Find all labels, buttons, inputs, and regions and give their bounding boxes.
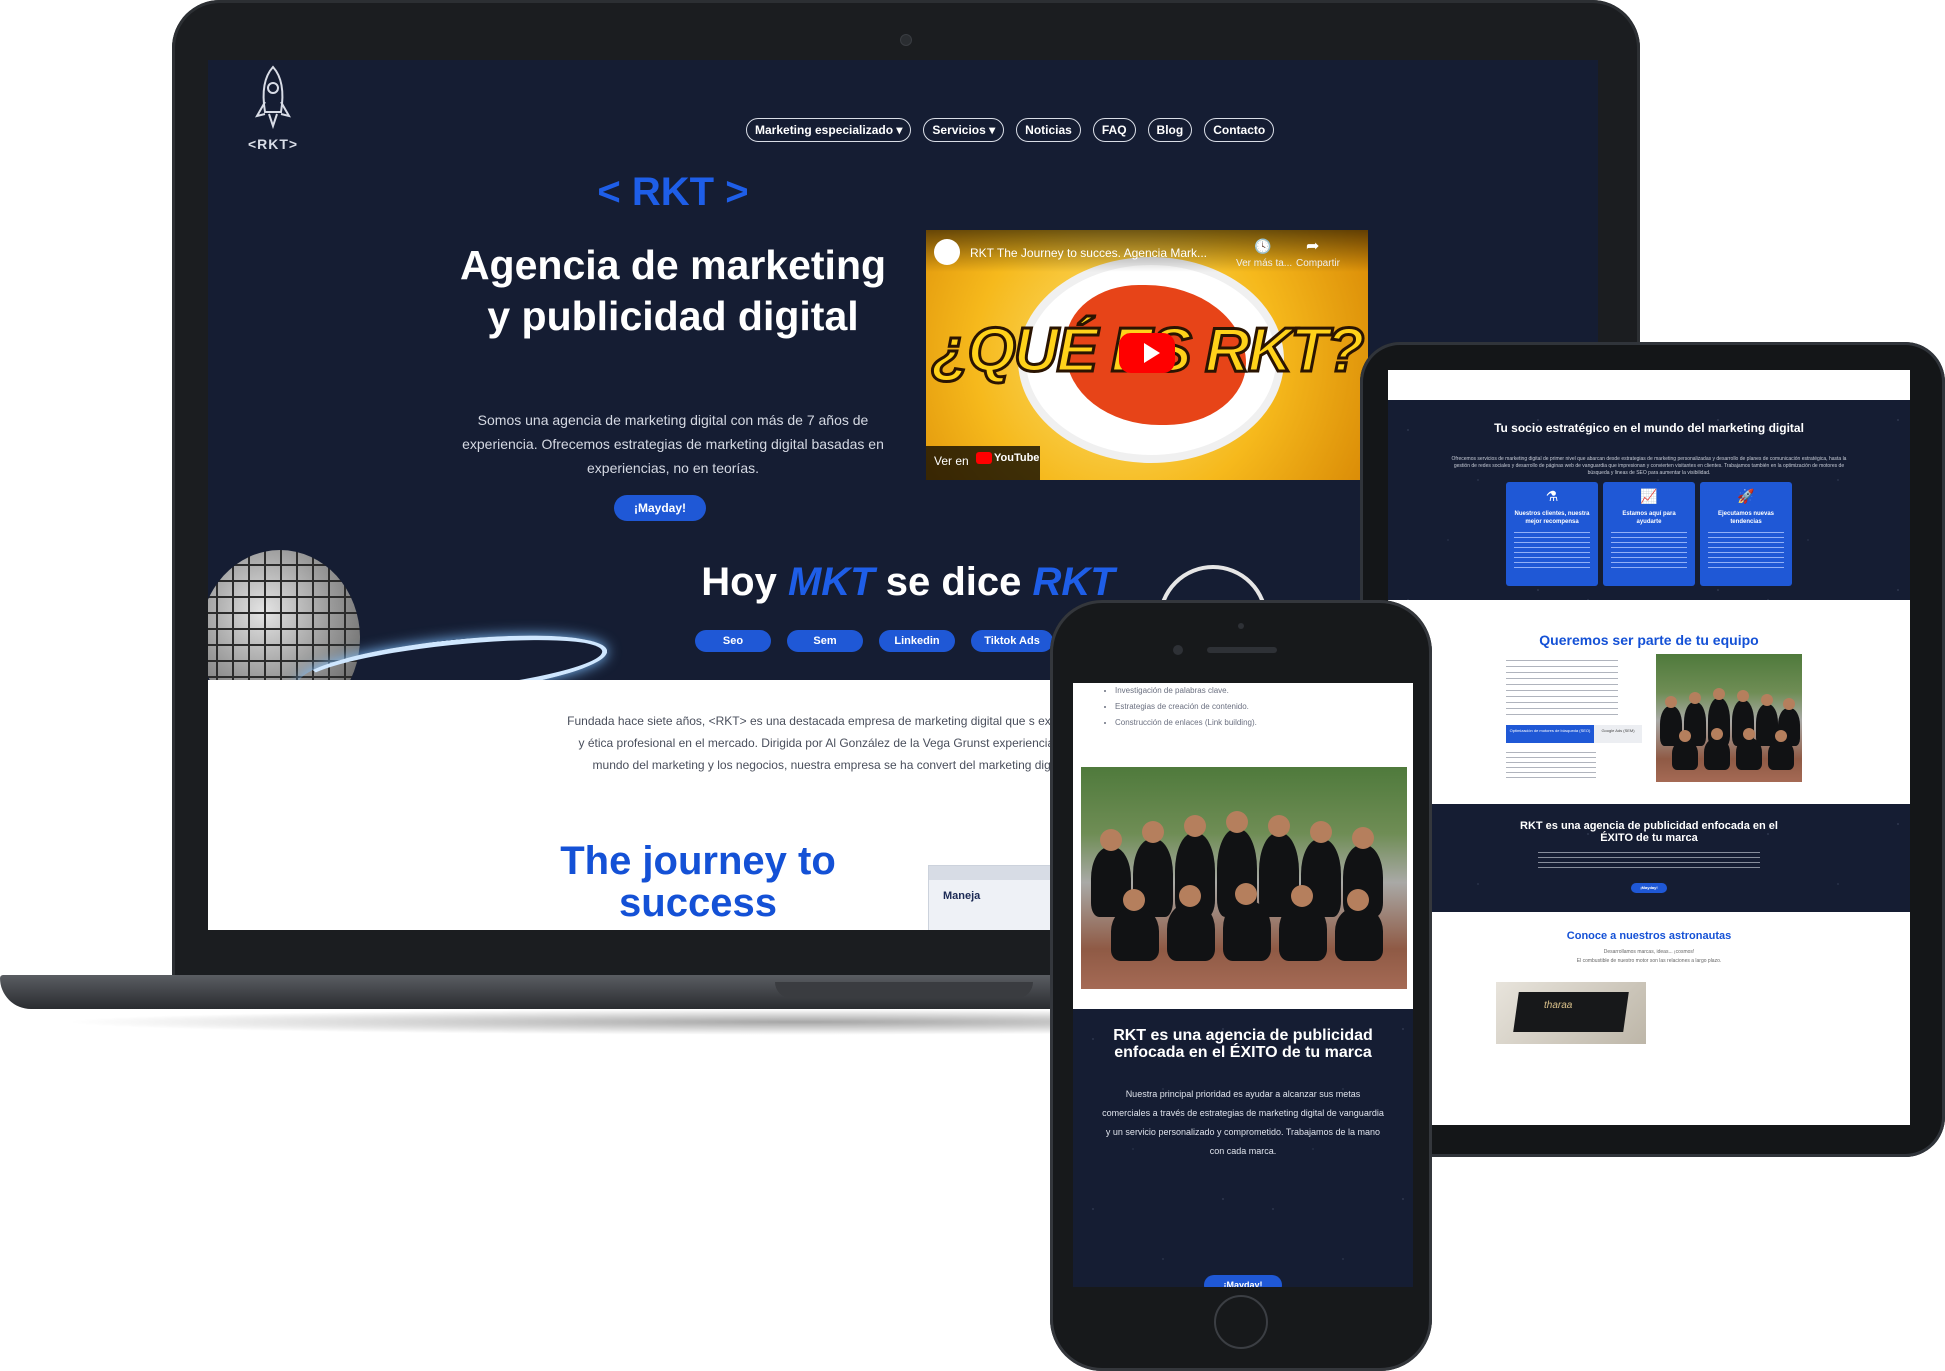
nav-noticias[interactable]: Noticias xyxy=(1016,118,1081,142)
phone-speaker xyxy=(1207,647,1277,653)
tag-tiktok-ads[interactable]: Tiktok Ads xyxy=(971,630,1053,652)
about-text: Fundada hace siete años, <RKT> es una de… xyxy=(567,714,1095,772)
team-section-text-lines xyxy=(1506,660,1618,716)
phone-screen: Investigación de palabras clave. Estrate… xyxy=(1073,683,1413,1287)
hero-title: Agencia de marketing y publicidad digita… xyxy=(459,242,887,339)
card-title: Estamos aquí para ayudarte xyxy=(1622,511,1676,525)
watch-later-label[interactable]: Ver más ta... xyxy=(1236,258,1292,269)
laptop-notch xyxy=(775,982,1033,998)
share-icon[interactable]: ➦ xyxy=(1306,236,1319,256)
success-text-lines xyxy=(1538,852,1760,872)
service-tags: Seo Sem Linkedin Tiktok Ads xyxy=(695,630,1109,652)
chart-icon: 📈 xyxy=(1640,488,1658,504)
strategic-partner-title: Tu socio estratégico en el mundo del mar… xyxy=(1494,421,1804,435)
seo-steps-list: Investigación de palabras clave. Estrate… xyxy=(1101,683,1413,731)
list-item: Investigación de palabras clave. xyxy=(1115,683,1413,699)
product-box xyxy=(1513,992,1629,1032)
card-title: Nuestros clientes, nuestra mejor recompe… xyxy=(1514,511,1590,525)
astronauts-title: Conoce a nuestros astronautas xyxy=(1566,930,1732,942)
card-trends[interactable]: 🚀 Ejecutamos nuevas tendencias xyxy=(1700,482,1792,586)
astronauts-subtitle: Desarrollamos marcas, ideas... ¡cosmos! … xyxy=(1576,949,1722,964)
laptop-camera xyxy=(900,34,912,46)
chevron-down-icon: ▾ xyxy=(896,123,903,137)
phone-sensor xyxy=(1238,623,1244,629)
team-photo xyxy=(1081,767,1407,989)
youtube-logo[interactable]: YouTube xyxy=(976,452,1039,465)
rocket-icon: 🚀 xyxy=(1737,488,1755,504)
success-title: RKT es una agencia de publicidad enfocad… xyxy=(1113,1027,1373,1061)
hero-description: Somos una agencia de marketing digital c… xyxy=(462,412,884,476)
card-help[interactable]: 📈 Estamos aquí para ayudarte xyxy=(1603,482,1695,586)
product-brand-label: tharaa xyxy=(1544,1000,1573,1011)
client-product-image[interactable]: tharaa xyxy=(1496,982,1646,1044)
rkt-logo[interactable]: <RKT> xyxy=(238,60,308,160)
tab-seo[interactable]: Optimización de motores de búsqueda (SEO… xyxy=(1506,725,1594,743)
tag-linkedin[interactable]: Linkedin xyxy=(879,630,955,652)
flask-icon: ⚗ xyxy=(1545,488,1559,504)
channel-avatar[interactable] xyxy=(934,239,960,265)
youtube-video-embed[interactable]: ¿QUÉ ES RKT? RKT The Journey to succes. … xyxy=(926,230,1368,480)
slogan-heading: Hoy MKT se dice RKT xyxy=(701,560,1115,604)
nav-blog[interactable]: Blog xyxy=(1147,118,1193,142)
tab-sem[interactable]: Google Ads (SEM) xyxy=(1594,725,1642,743)
share-label[interactable]: Compartir xyxy=(1296,258,1340,269)
nav-marketing-especializado[interactable]: Marketing especializado ▾ xyxy=(746,118,912,142)
mayday-button[interactable]: ¡Mayday! xyxy=(1204,1275,1282,1287)
phone-home-button[interactable] xyxy=(1214,1295,1268,1349)
team-section-title: Queremos ser parte de tu equipo xyxy=(1539,632,1759,648)
chevron-down-icon: ▾ xyxy=(989,123,996,137)
card-text-lines xyxy=(1708,532,1784,572)
mayday-button[interactable]: ¡Mayday! xyxy=(614,495,706,521)
manage-label: Maneja xyxy=(943,890,981,902)
success-text: Nuestra principal prioridad es ayudar a … xyxy=(1102,1089,1384,1156)
clock-icon[interactable]: 🕓 xyxy=(1254,238,1271,255)
card-text-lines xyxy=(1611,532,1687,572)
value-cards: ⚗ Nuestros clientes, nuestra mejor recom… xyxy=(1506,482,1792,586)
team-photo xyxy=(1656,654,1802,782)
hero-brand: < RKT > xyxy=(597,170,749,214)
phone-camera xyxy=(1173,645,1183,655)
video-title[interactable]: RKT The Journey to succes. Agencia Mark.… xyxy=(970,246,1240,260)
main-nav: Marketing especializado ▾ Servicios ▾ No… xyxy=(746,118,1275,142)
tablet-screen: Tu socio estratégico en el mundo del mar… xyxy=(1388,370,1910,1125)
watch-on-label: Ver en xyxy=(934,454,969,468)
journey-heading: The journey to success xyxy=(560,839,836,925)
card-clients[interactable]: ⚗ Nuestros clientes, nuestra mejor recom… xyxy=(1506,482,1598,586)
play-icon xyxy=(1144,343,1160,363)
logo-text: <RKT> xyxy=(247,136,299,152)
list-item: Estrategias de creación de contenido. xyxy=(1115,699,1413,715)
success-title: RKT es una agencia de publicidad enfocad… xyxy=(1520,820,1778,844)
card-title: Ejecutamos nuevas tendencias xyxy=(1717,511,1775,525)
tag-sem[interactable]: Sem xyxy=(787,630,863,652)
card-text-lines xyxy=(1514,532,1590,572)
success-mayday-button[interactable]: ¡Mayday! xyxy=(1631,883,1667,893)
service-tabs: Optimización de motores de búsqueda (SEO… xyxy=(1506,725,1642,743)
strategic-partner-text: Ofrecemos servicios de marketing digital… xyxy=(1451,456,1847,476)
tab-list-lines xyxy=(1506,752,1596,778)
nav-contacto[interactable]: Contacto xyxy=(1204,118,1275,142)
tag-seo[interactable]: Seo xyxy=(695,630,771,652)
nav-faq[interactable]: FAQ xyxy=(1092,118,1136,142)
rocket-icon xyxy=(254,65,292,130)
list-item: Construcción de enlaces (Link building). xyxy=(1115,715,1413,731)
nav-servicios[interactable]: Servicios ▾ xyxy=(923,118,1005,142)
youtube-icon xyxy=(976,452,992,465)
